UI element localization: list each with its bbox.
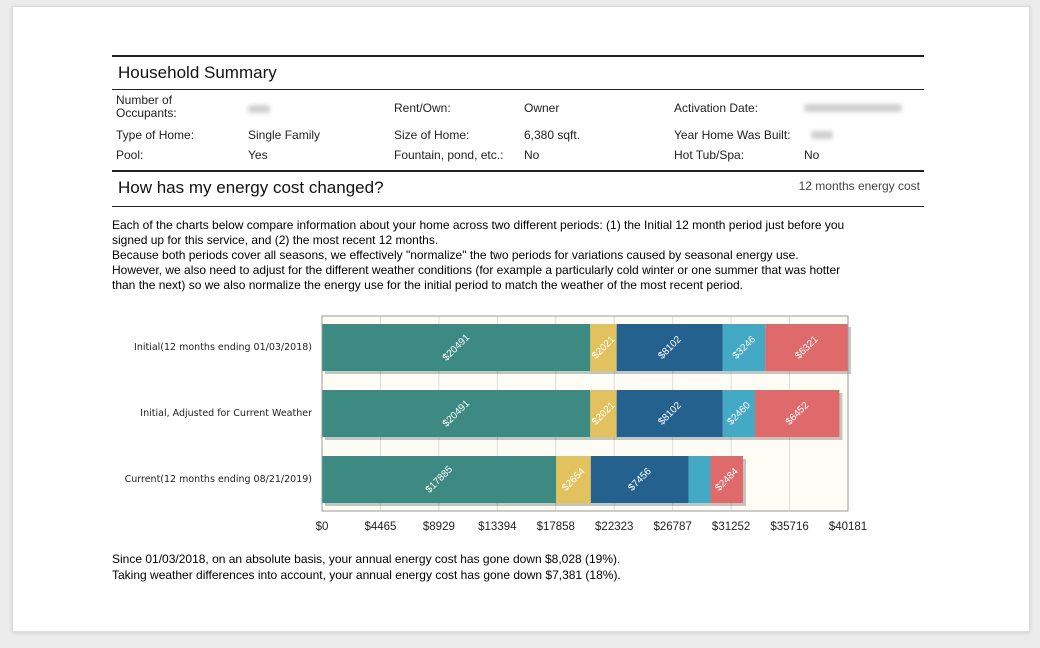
x-tick-label: $31252 bbox=[711, 521, 751, 533]
x-tick-label: $17858 bbox=[536, 521, 575, 533]
x-tick-label: $0 bbox=[315, 521, 329, 533]
y-category-label: Initial, Adjusted for Current Weather bbox=[140, 407, 312, 419]
x-tick-label: $40181 bbox=[828, 521, 868, 533]
x-tick-label: $4465 bbox=[364, 521, 397, 533]
x-tick-label: $8929 bbox=[422, 521, 455, 533]
summary-absolute: Since 01/03/2018, on an absolute basis, … bbox=[112, 552, 621, 566]
x-tick-label: $22323 bbox=[595, 521, 634, 533]
bar-segment bbox=[688, 456, 711, 503]
energy-cost-chart: $20491 $2021 $8102 $3246 $6321$20491 $2021 $81… bbox=[321, 315, 851, 512]
x-tick-label: $35716 bbox=[770, 521, 809, 533]
y-category-label: Current(12 months ending 08/21/2019) bbox=[124, 473, 312, 485]
x-tick-label: $13394 bbox=[478, 521, 517, 533]
x-tick-label: $26787 bbox=[653, 521, 692, 533]
summary-weather-adjusted: Taking weather differences into account,… bbox=[112, 568, 621, 582]
y-category-label: Initial(12 months ending 01/03/2018) bbox=[134, 341, 312, 353]
